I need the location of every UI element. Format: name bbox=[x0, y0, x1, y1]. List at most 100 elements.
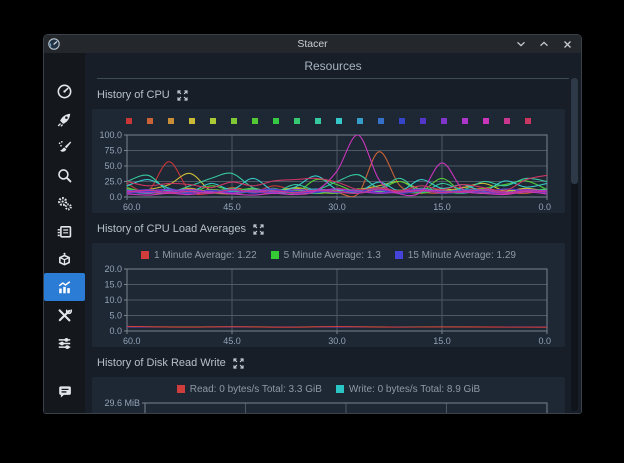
legend-entry bbox=[231, 118, 237, 124]
legend-entry bbox=[189, 118, 195, 124]
disk-history-title: History of Disk Read Write bbox=[97, 357, 226, 369]
legend-swatch bbox=[525, 118, 531, 124]
legend-swatch bbox=[395, 251, 403, 259]
window-controls bbox=[515, 38, 581, 50]
page-title: Resources bbox=[85, 59, 581, 73]
legend-swatch bbox=[336, 118, 342, 124]
svg-text:5.0: 5.0 bbox=[109, 311, 122, 321]
legend-entry bbox=[420, 118, 426, 124]
legend-entry bbox=[315, 118, 321, 124]
svg-text:29.6 MiB: 29.6 MiB bbox=[104, 398, 140, 408]
legend-swatch bbox=[462, 118, 468, 124]
legend-entry bbox=[504, 118, 510, 124]
legend-entry bbox=[525, 118, 531, 124]
titlebar: Stacer bbox=[44, 35, 581, 53]
load-average-title: History of CPU Load Averages bbox=[97, 223, 246, 235]
legend-entry: 1 Minute Average: 1.22 bbox=[141, 250, 257, 261]
legend-swatch bbox=[271, 251, 279, 259]
package-icon bbox=[56, 251, 73, 268]
legend-entry bbox=[147, 118, 153, 124]
legend-entry: Read: 0 bytes/s Total: 3.3 GiB bbox=[177, 384, 322, 395]
gears-icon bbox=[56, 195, 73, 212]
sidebar-item-dashboard[interactable] bbox=[44, 77, 85, 105]
sliders-icon bbox=[56, 335, 73, 352]
svg-text:45.0: 45.0 bbox=[223, 336, 241, 346]
window-title: Stacer bbox=[44, 38, 581, 50]
stacer-app-icon bbox=[48, 38, 60, 50]
legend-entry bbox=[399, 118, 405, 124]
legend-label: Write: 0 bytes/s Total: 8.9 GiB bbox=[349, 384, 480, 395]
legend-entry bbox=[168, 118, 174, 124]
svg-text:30.0: 30.0 bbox=[328, 202, 346, 212]
legend-entry bbox=[273, 118, 279, 124]
legend-swatch bbox=[441, 118, 447, 124]
svg-text:15.0: 15.0 bbox=[433, 336, 451, 346]
sidebar-item-startup-apps[interactable] bbox=[44, 105, 85, 133]
legend-swatch bbox=[504, 118, 510, 124]
disk-history-panel: Read: 0 bytes/s Total: 3.3 GiB Write: 0 b… bbox=[92, 377, 565, 413]
tools-icon bbox=[56, 307, 73, 324]
disk-history-chart: 29.6 MiB22.2 MiB bbox=[97, 397, 561, 413]
cpu-history-expand-button[interactable] bbox=[177, 90, 188, 101]
svg-text:100.0: 100.0 bbox=[99, 130, 122, 140]
sidebar-item-processes[interactable] bbox=[44, 217, 85, 245]
minimize-button[interactable] bbox=[515, 38, 527, 50]
svg-text:45.0: 45.0 bbox=[223, 202, 241, 212]
svg-text:60.0: 60.0 bbox=[123, 202, 141, 212]
sidebar-item-settings[interactable] bbox=[44, 329, 85, 357]
legend-entry bbox=[483, 118, 489, 124]
sidebar-item-system-cleaner[interactable] bbox=[44, 133, 85, 161]
legend-label: 15 Minute Average: 1.29 bbox=[408, 250, 516, 261]
legend-swatch bbox=[126, 118, 132, 124]
stacer-window: Stacer bbox=[44, 35, 581, 413]
legend-entry bbox=[126, 118, 132, 124]
expand-icon bbox=[233, 358, 244, 369]
legend-swatch bbox=[294, 118, 300, 124]
disk-legend: Read: 0 bytes/s Total: 3.3 GiB Write: 0 b… bbox=[96, 382, 561, 396]
legend-label: Read: 0 bytes/s Total: 3.3 GiB bbox=[190, 384, 322, 395]
load-average-expand-button[interactable] bbox=[253, 224, 264, 235]
legend-swatch bbox=[399, 118, 405, 124]
legend-swatch bbox=[483, 118, 489, 124]
svg-text:75.0: 75.0 bbox=[104, 146, 122, 156]
cpu-history-panel: 60.045.030.015.00.0100.075.050.025.00.0 bbox=[92, 109, 565, 213]
search-icon bbox=[56, 167, 73, 184]
legend-entry: 5 Minute Average: 1.3 bbox=[271, 250, 381, 261]
disk-history-expand-button[interactable] bbox=[233, 358, 244, 369]
cpu-history-chart: 60.045.030.015.00.0100.075.050.025.00.0 bbox=[97, 129, 561, 213]
sidebar-item-resources[interactable] bbox=[44, 273, 85, 301]
svg-text:0.0: 0.0 bbox=[109, 326, 122, 336]
rocket-icon bbox=[56, 111, 73, 128]
legend-entry bbox=[252, 118, 258, 124]
speech-bubble-icon bbox=[56, 383, 73, 400]
svg-text:60.0: 60.0 bbox=[123, 336, 141, 346]
legend-entry bbox=[441, 118, 447, 124]
sidebar-item-uninstaller[interactable] bbox=[44, 245, 85, 273]
legend-entry bbox=[378, 118, 384, 124]
sidebar-item-services[interactable] bbox=[44, 189, 85, 217]
scrollbar-thumb[interactable] bbox=[571, 78, 578, 184]
vertical-scrollbar[interactable] bbox=[571, 78, 578, 411]
legend-swatch bbox=[315, 118, 321, 124]
legend-swatch bbox=[141, 251, 149, 259]
legend-entry: Write: 0 bytes/s Total: 8.9 GiB bbox=[336, 384, 480, 395]
close-button[interactable] bbox=[561, 38, 573, 50]
svg-text:15.0: 15.0 bbox=[104, 280, 122, 290]
svg-text:25.0: 25.0 bbox=[104, 177, 122, 187]
sidebar-item-feedback[interactable] bbox=[44, 377, 85, 405]
expand-icon bbox=[253, 224, 264, 235]
legend-swatch bbox=[273, 118, 279, 124]
svg-text:50.0: 50.0 bbox=[104, 161, 122, 171]
legend-swatch bbox=[378, 118, 384, 124]
maximize-button[interactable] bbox=[538, 38, 550, 50]
expand-icon bbox=[177, 90, 188, 101]
legend-swatch bbox=[147, 118, 153, 124]
svg-text:0.0: 0.0 bbox=[538, 202, 551, 212]
header-separator bbox=[97, 78, 569, 79]
legend-label: 1 Minute Average: 1.22 bbox=[154, 250, 257, 261]
svg-text:10.0: 10.0 bbox=[104, 295, 122, 305]
sidebar-item-helpers[interactable] bbox=[44, 301, 85, 329]
resources-page: Resources History of CPU 60.045.030.015.… bbox=[85, 53, 581, 413]
sidebar-item-search[interactable] bbox=[44, 161, 85, 189]
legend-swatch bbox=[252, 118, 258, 124]
